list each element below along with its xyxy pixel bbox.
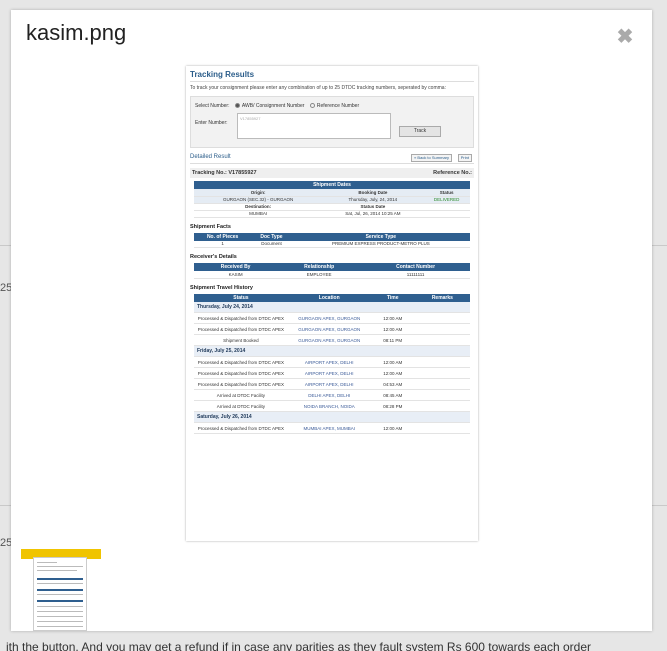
history-row: Arrived at DTDC Facility NOIDA BRANCH, NO… xyxy=(194,400,470,412)
shipment-facts-title: Shipment Facts xyxy=(190,223,231,230)
facts-cell: Document xyxy=(251,240,292,248)
tracking-form: Select Number: AWB/ Consignment Number R… xyxy=(190,96,474,148)
receiver-cell: KASIM xyxy=(194,271,278,279)
shipment-dates-table: Shipment Dates Origin: Booking Date Stat… xyxy=(194,181,470,218)
facts-cell: PREMIUM EXPRESS PRODUCT-METRO PLUS xyxy=(291,240,470,248)
destination-value: MUMBAI xyxy=(194,210,323,218)
receiver-details-title: Receiver's Details xyxy=(190,254,237,260)
history-row: Processed & Dispatched from DTDC APEX GUR… xyxy=(194,323,470,335)
shipment-dates-header: Shipment Dates xyxy=(194,181,470,189)
travel-history-table: Status Location Time Remarks Thursday, J… xyxy=(194,293,470,434)
destination-label: Destination: xyxy=(194,203,323,211)
enter-number-field: V17855927 xyxy=(237,113,391,139)
history-row: Processed & Dispatched from DTDC APEX AIR… xyxy=(194,367,470,379)
tracking-screenshot: Tracking Results To track your consignme… xyxy=(186,66,478,541)
status-date-label: Status Date xyxy=(322,203,424,211)
shipment-facts-table: No. of Pieces Doc Type Service Type 1 Do… xyxy=(194,232,470,248)
history-header: Location xyxy=(287,293,371,302)
print-button: Print xyxy=(457,154,472,162)
lightbox-title: kasim.png xyxy=(26,20,127,45)
history-row: Processed & Dispatched from DTDC APEX AIR… xyxy=(194,378,470,390)
history-row: Processed & Dispatched from DTDC APEX GUR… xyxy=(194,312,470,324)
image-thumbnail[interactable] xyxy=(21,549,101,631)
thumbnail-preview[interactable] xyxy=(33,557,87,631)
status-value: DELIVERED xyxy=(423,196,470,204)
facts-cell: 1 xyxy=(194,240,252,248)
history-day: Friday, July 25, 2014 xyxy=(194,345,470,357)
tracking-number: Tracking No.: V17855927 xyxy=(192,170,257,176)
receiver-header: Contact Number xyxy=(361,263,470,271)
travel-history-title: Shipment Travel History xyxy=(190,284,253,291)
status-date-value: Sat, Jul, 26, 2014 10:25 AM xyxy=(322,210,424,218)
history-row: Processed & Dispatched from DTDC APEX MUM… xyxy=(194,422,470,434)
history-header: Time xyxy=(370,293,415,302)
receiver-cell: 11111111 xyxy=(361,271,470,279)
tracking-number-row: Tracking No.: V17855927 Reference No.: xyxy=(190,168,474,178)
history-row: Arrived at DTDC Facility DELHI APEX, DELH… xyxy=(194,389,470,401)
enter-number-label: Enter Number: xyxy=(195,120,228,126)
receiver-table: Received By Relationship Contact Number … xyxy=(194,263,470,279)
back-to-summary-button: « Back to Summary xyxy=(411,154,452,162)
facts-header: No. of Pieces xyxy=(194,232,252,241)
image-lightbox: kasim.png ✖ Tracking Results To track yo… xyxy=(11,10,652,631)
receiver-header: Relationship xyxy=(277,263,362,271)
receiver-header: Received By xyxy=(194,263,278,271)
facts-header: Service Type xyxy=(291,232,470,241)
radio-reference-label: Reference Number xyxy=(316,103,360,109)
select-number-label: Select Number: xyxy=(195,103,230,109)
history-day: Saturday, July 26, 2014 xyxy=(194,411,470,423)
origin-label: Origin: xyxy=(194,189,323,197)
tracking-results-title: Tracking Results xyxy=(190,70,474,82)
booking-label: Booking Date xyxy=(322,189,424,197)
history-header: Status xyxy=(194,293,288,302)
status-label: Status xyxy=(423,189,470,197)
radio-awb xyxy=(234,103,240,109)
detailed-result-row: Detailed Result « Back to Summary Print xyxy=(190,154,474,164)
radio-reference xyxy=(309,103,315,109)
radio-awb-label: AWB/ Consignment Number xyxy=(241,103,305,109)
history-header: Remarks xyxy=(414,293,470,302)
close-icon[interactable]: ✖ xyxy=(616,27,634,47)
history-row: Shipment Booked GURGAON APEX, GURGAON 08:1… xyxy=(194,334,470,346)
booking-value: Thursday, July, 24, 2014 xyxy=(322,196,424,204)
reference-number: Reference No.: xyxy=(433,170,472,176)
facts-header: Doc Type xyxy=(251,232,292,241)
history-day: Thursday, July 24, 2014 xyxy=(194,301,470,313)
bg-bottom-text: ith the button. And you may get a refund… xyxy=(6,640,591,651)
select-number-row: Select Number: AWB/ Consignment Number R… xyxy=(195,103,359,109)
track-button: Track xyxy=(399,126,441,137)
receiver-cell: EMPLOYEE xyxy=(277,271,362,279)
tracking-description: To track your consignment please enter a… xyxy=(190,85,446,91)
detailed-result-title: Detailed Result xyxy=(190,154,231,160)
history-row: Processed & Dispatched from DTDC APEX AIR… xyxy=(194,356,470,368)
origin-value: GURGAON (SEC.32) - GURGAON xyxy=(194,196,323,204)
